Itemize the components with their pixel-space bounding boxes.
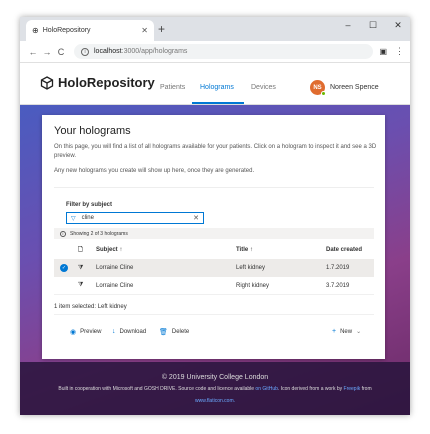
download-button[interactable]: ↓ Download bbox=[112, 328, 146, 335]
url-host: localhost bbox=[94, 48, 122, 55]
info-icon[interactable]: i bbox=[81, 47, 89, 56]
forward-button[interactable]: → bbox=[40, 47, 54, 57]
showing-text: Showing 2 of 3 holograms bbox=[70, 230, 128, 237]
credits-prefix: Built in cooperation with Microsoft and … bbox=[58, 386, 255, 392]
column-subject[interactable]: Subject ↑ bbox=[96, 247, 122, 253]
chevron-down-icon: ⌄ bbox=[356, 329, 362, 335]
preview-button[interactable]: ◉ Preview bbox=[70, 328, 101, 336]
eye-icon: ◉ bbox=[70, 329, 77, 336]
browser-window: ⊕ HoloRepository ✕ + – ☐ ✕ ← → C i local… bbox=[20, 17, 410, 415]
reload-button[interactable]: C bbox=[54, 47, 68, 57]
active-nav-indicator bbox=[192, 102, 244, 104]
row-subject: Lorraine Cline bbox=[96, 282, 134, 289]
nav-patients[interactable]: Patients bbox=[160, 84, 185, 91]
close-window-button[interactable]: ✕ bbox=[388, 20, 408, 31]
row-date: 1.7.2019 bbox=[326, 265, 350, 271]
user-name[interactable]: Noreen Spence bbox=[330, 84, 379, 91]
credits-suffix: from bbox=[361, 386, 372, 392]
url-field[interactable]: i localhost:3000/app/holograms bbox=[74, 44, 374, 59]
nav-devices[interactable]: Devices bbox=[251, 84, 276, 91]
flaticon-link[interactable]: www.flaticon.com. bbox=[20, 398, 410, 404]
app-name: HoloRepository bbox=[58, 75, 155, 90]
table-header: 🗋 Subject ↑ Title ↑ Date created bbox=[54, 241, 374, 259]
download-label: Download bbox=[119, 328, 147, 335]
check-icon: ✓ bbox=[60, 264, 68, 272]
app-header: HoloRepository Patients Holograms Device… bbox=[20, 63, 410, 105]
copyright: © 2019 University College London bbox=[161, 374, 269, 381]
row-subject: Lorraine Cline bbox=[96, 265, 134, 271]
cube-icon bbox=[40, 75, 54, 90]
page-description-2: Any new holograms you create will show u… bbox=[54, 168, 255, 174]
filter-input[interactable]: ▽ cline ✕ bbox=[66, 212, 204, 224]
column-title[interactable]: Title ↑ bbox=[236, 247, 253, 253]
filter-label: Filter by subject bbox=[66, 202, 113, 208]
credits-middle: . Icon derived from a work by bbox=[277, 386, 343, 392]
table-row[interactable]: ⧩ Lorraine Cline Right kidney 3.7.2019 bbox=[54, 277, 374, 295]
tab-bar: ⊕ HoloRepository ✕ + – ☐ ✕ bbox=[20, 17, 410, 41]
divider bbox=[54, 314, 374, 315]
divider bbox=[54, 187, 374, 188]
github-link[interactable]: on GitHub bbox=[255, 386, 278, 392]
file-type-icon: 🗋 bbox=[78, 247, 83, 253]
preview-label: Preview bbox=[80, 329, 102, 335]
row-checkbox[interactable]: ✓ bbox=[60, 264, 68, 272]
filter-icon: ▽ bbox=[71, 215, 76, 222]
menu-icon[interactable]: ⋮ bbox=[395, 46, 404, 57]
page-description: On this page, you will find a list of al… bbox=[54, 144, 377, 159]
presence-indicator bbox=[321, 91, 326, 96]
download-icon: ↓ bbox=[112, 328, 116, 335]
globe-icon: ⊕ bbox=[32, 26, 39, 35]
holograms-card: Your holograms On this page, you will fi… bbox=[42, 115, 385, 359]
url-path: :3000/app/holograms bbox=[121, 48, 188, 55]
hologram-icon: ⧩ bbox=[78, 264, 84, 271]
info-icon: i bbox=[60, 230, 66, 237]
new-label: New bbox=[340, 328, 353, 335]
freepik-link[interactable]: Freepik bbox=[344, 386, 361, 392]
column-date[interactable]: Date created bbox=[326, 247, 362, 253]
filter-value: cline bbox=[81, 215, 94, 221]
showing-status: i Showing 2 of 3 holograms bbox=[54, 228, 374, 239]
hologram-icon: ⧩ bbox=[78, 282, 84, 288]
maximize-button[interactable]: ☐ bbox=[363, 20, 383, 31]
trash-icon: 🗑 bbox=[159, 329, 168, 336]
delete-label: Delete bbox=[171, 329, 190, 335]
page-title: Your holograms bbox=[54, 125, 131, 137]
new-tab-button[interactable]: + bbox=[158, 21, 165, 37]
table-row[interactable]: ✓ ⧩ Lorraine Cline Left kidney 1.7.2019 bbox=[54, 259, 374, 277]
app-logo[interactable]: HoloRepository bbox=[40, 75, 155, 90]
tab-close-icon[interactable]: ✕ bbox=[141, 26, 148, 35]
new-button[interactable]: + New ⌄ bbox=[332, 328, 361, 335]
footer: © 2019 University College London Built i… bbox=[20, 362, 410, 415]
selection-info: 1 item selected: Left kidney bbox=[54, 304, 127, 310]
nav-holograms[interactable]: Holograms bbox=[200, 84, 234, 91]
clear-filter-icon[interactable]: ✕ bbox=[193, 214, 199, 222]
minimize-button[interactable]: – bbox=[338, 20, 358, 30]
tab-title: HoloRepository bbox=[42, 27, 91, 34]
back-button[interactable]: ← bbox=[26, 47, 40, 57]
browser-tab[interactable]: ⊕ HoloRepository ✕ bbox=[26, 20, 154, 41]
plus-icon: + bbox=[332, 328, 337, 335]
extension-icon[interactable]: ▣ bbox=[379, 47, 387, 56]
row-title: Left kidney bbox=[236, 265, 266, 271]
delete-button[interactable]: 🗑 Delete bbox=[159, 328, 189, 336]
address-bar: ← → C i localhost:3000/app/holograms ▣ ⋮ bbox=[20, 41, 410, 63]
row-date: 3.7.2019 bbox=[326, 282, 350, 289]
credits: Built in cooperation with Microsoft and … bbox=[20, 386, 410, 392]
row-title: Right kidney bbox=[236, 282, 270, 289]
